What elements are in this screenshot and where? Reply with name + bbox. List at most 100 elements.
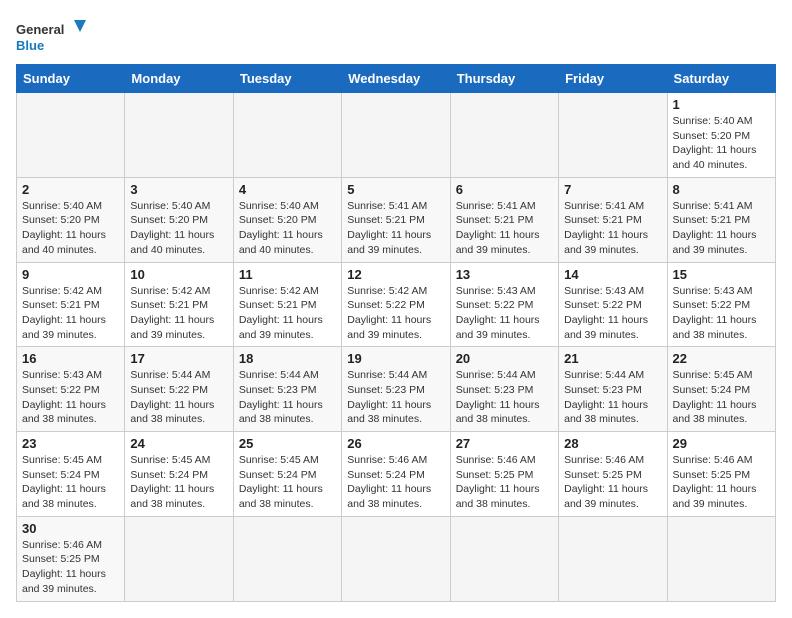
calendar-day-3: 3 Sunrise: 5:40 AM Sunset: 5:20 PM Daylig…: [125, 177, 233, 262]
calendar-day-7: 7 Sunrise: 5:41 AM Sunset: 5:21 PM Daylig…: [559, 177, 667, 262]
calendar-day-27: 27 Sunrise: 5:46 AM Sunset: 5:25 PM Dayli…: [450, 432, 558, 517]
day-info: Sunrise: 5:42 AM Sunset: 5:22 PM Dayligh…: [347, 284, 444, 343]
day-number: 10: [130, 267, 227, 282]
day-number: 11: [239, 267, 336, 282]
calendar-day-20: 20 Sunrise: 5:44 AM Sunset: 5:23 PM Dayli…: [450, 347, 558, 432]
page-header: General Blue: [16, 16, 776, 56]
day-info: Sunrise: 5:44 AM Sunset: 5:23 PM Dayligh…: [239, 368, 336, 427]
calendar-day-16: 16Sunrise: 5:43 AM Sunset: 5:22 PM Dayli…: [17, 347, 125, 432]
weekday-header-thursday: Thursday: [450, 65, 558, 93]
weekday-header-saturday: Saturday: [667, 65, 775, 93]
calendar-empty-cell: [559, 93, 667, 178]
calendar-day-28: 28 Sunrise: 5:46 AM Sunset: 5:25 PM Dayli…: [559, 432, 667, 517]
day-number: 6: [456, 182, 553, 197]
calendar-day-30: 30 Sunrise: 5:46 AM Sunset: 5:25 PM Dayli…: [17, 516, 125, 601]
calendar-day-14: 14 Sunrise: 5:43 AM Sunset: 5:22 PM Dayli…: [559, 262, 667, 347]
calendar-day-24: 24Sunrise: 5:45 AM Sunset: 5:24 PM Dayli…: [125, 432, 233, 517]
day-info: Sunrise: 5:43 AM Sunset: 5:22 PM Dayligh…: [22, 368, 119, 427]
calendar-day-11: 11 Sunrise: 5:42 AM Sunset: 5:21 PM Dayli…: [233, 262, 341, 347]
day-number: 25: [239, 436, 336, 451]
day-info: Sunrise: 5:46 AM Sunset: 5:24 PM Dayligh…: [347, 453, 444, 512]
day-number: 14: [564, 267, 661, 282]
calendar-day-19: 19 Sunrise: 5:44 AM Sunset: 5:23 PM Dayli…: [342, 347, 450, 432]
calendar-day-22: 22 Sunrise: 5:45 AM Sunset: 5:24 PM Dayli…: [667, 347, 775, 432]
calendar-empty-cell: [450, 516, 558, 601]
day-info: Sunrise: 5:40 AM Sunset: 5:20 PM Dayligh…: [239, 199, 336, 258]
svg-text:Blue: Blue: [16, 38, 44, 53]
day-info: Sunrise: 5:43 AM Sunset: 5:22 PM Dayligh…: [456, 284, 553, 343]
day-number: 29: [673, 436, 770, 451]
day-number: 20: [456, 351, 553, 366]
day-number: 13: [456, 267, 553, 282]
calendar-day-12: 12 Sunrise: 5:42 AM Sunset: 5:22 PM Dayli…: [342, 262, 450, 347]
calendar-empty-cell: [125, 516, 233, 601]
weekday-header-wednesday: Wednesday: [342, 65, 450, 93]
calendar-week-row: 9 Sunrise: 5:42 AM Sunset: 5:21 PM Daylig…: [17, 262, 776, 347]
day-info: Sunrise: 5:44 AM Sunset: 5:23 PM Dayligh…: [564, 368, 661, 427]
calendar-empty-cell: [667, 516, 775, 601]
calendar-empty-cell: [125, 93, 233, 178]
weekday-header-tuesday: Tuesday: [233, 65, 341, 93]
calendar-day-1: 1Sunrise: 5:40 AM Sunset: 5:20 PM Daylig…: [667, 93, 775, 178]
calendar-day-18: 18Sunrise: 5:44 AM Sunset: 5:23 PM Dayli…: [233, 347, 341, 432]
day-number: 2: [22, 182, 119, 197]
day-number: 19: [347, 351, 444, 366]
day-number: 23: [22, 436, 119, 451]
day-number: 7: [564, 182, 661, 197]
day-info: Sunrise: 5:43 AM Sunset: 5:22 PM Dayligh…: [673, 284, 770, 343]
day-number: 4: [239, 182, 336, 197]
calendar-empty-cell: [342, 93, 450, 178]
calendar-day-26: 26 Sunrise: 5:46 AM Sunset: 5:24 PM Dayli…: [342, 432, 450, 517]
day-info: Sunrise: 5:44 AM Sunset: 5:22 PM Dayligh…: [130, 368, 227, 427]
svg-text:General: General: [16, 22, 64, 37]
calendar-empty-cell: [559, 516, 667, 601]
weekday-header-sunday: Sunday: [17, 65, 125, 93]
calendar-empty-cell: [233, 516, 341, 601]
day-info: Sunrise: 5:45 AM Sunset: 5:24 PM Dayligh…: [673, 368, 770, 427]
day-number: 28: [564, 436, 661, 451]
day-info: Sunrise: 5:41 AM Sunset: 5:21 PM Dayligh…: [347, 199, 444, 258]
weekday-header-row: SundayMondayTuesdayWednesdayThursdayFrid…: [17, 65, 776, 93]
day-number: 21: [564, 351, 661, 366]
day-info: Sunrise: 5:41 AM Sunset: 5:21 PM Dayligh…: [673, 199, 770, 258]
day-info: Sunrise: 5:45 AM Sunset: 5:24 PM Dayligh…: [130, 453, 227, 512]
day-number: 5: [347, 182, 444, 197]
day-number: 22: [673, 351, 770, 366]
calendar-day-15: 15Sunrise: 5:43 AM Sunset: 5:22 PM Dayli…: [667, 262, 775, 347]
day-info: Sunrise: 5:42 AM Sunset: 5:21 PM Dayligh…: [22, 284, 119, 343]
calendar-day-8: 8 Sunrise: 5:41 AM Sunset: 5:21 PM Daylig…: [667, 177, 775, 262]
calendar-day-17: 17 Sunrise: 5:44 AM Sunset: 5:22 PM Dayli…: [125, 347, 233, 432]
day-info: Sunrise: 5:43 AM Sunset: 5:22 PM Dayligh…: [564, 284, 661, 343]
calendar-empty-cell: [233, 93, 341, 178]
calendar-day-6: 6 Sunrise: 5:41 AM Sunset: 5:21 PM Daylig…: [450, 177, 558, 262]
day-number: 30: [22, 521, 119, 536]
day-number: 17: [130, 351, 227, 366]
day-info: Sunrise: 5:46 AM Sunset: 5:25 PM Dayligh…: [564, 453, 661, 512]
calendar-day-29: 29 Sunrise: 5:46 AM Sunset: 5:25 PM Dayli…: [667, 432, 775, 517]
day-number: 8: [673, 182, 770, 197]
day-info: Sunrise: 5:44 AM Sunset: 5:23 PM Dayligh…: [347, 368, 444, 427]
calendar-table: SundayMondayTuesdayWednesdayThursdayFrid…: [16, 64, 776, 602]
day-info: Sunrise: 5:46 AM Sunset: 5:25 PM Dayligh…: [456, 453, 553, 512]
calendar-day-9: 9 Sunrise: 5:42 AM Sunset: 5:21 PM Daylig…: [17, 262, 125, 347]
weekday-header-monday: Monday: [125, 65, 233, 93]
day-number: 12: [347, 267, 444, 282]
day-info: Sunrise: 5:41 AM Sunset: 5:21 PM Dayligh…: [564, 199, 661, 258]
day-info: Sunrise: 5:42 AM Sunset: 5:21 PM Dayligh…: [239, 284, 336, 343]
calendar-day-2: 2Sunrise: 5:40 AM Sunset: 5:20 PM Daylig…: [17, 177, 125, 262]
day-info: Sunrise: 5:40 AM Sunset: 5:20 PM Dayligh…: [130, 199, 227, 258]
day-info: Sunrise: 5:40 AM Sunset: 5:20 PM Dayligh…: [673, 114, 770, 173]
calendar-day-4: 4 Sunrise: 5:40 AM Sunset: 5:20 PM Daylig…: [233, 177, 341, 262]
calendar-empty-cell: [342, 516, 450, 601]
logo-svg: General Blue: [16, 16, 86, 56]
day-info: Sunrise: 5:44 AM Sunset: 5:23 PM Dayligh…: [456, 368, 553, 427]
day-info: Sunrise: 5:41 AM Sunset: 5:21 PM Dayligh…: [456, 199, 553, 258]
day-info: Sunrise: 5:46 AM Sunset: 5:25 PM Dayligh…: [673, 453, 770, 512]
day-info: Sunrise: 5:46 AM Sunset: 5:25 PM Dayligh…: [22, 538, 119, 597]
day-number: 9: [22, 267, 119, 282]
day-number: 27: [456, 436, 553, 451]
day-number: 26: [347, 436, 444, 451]
calendar-week-row: 23 Sunrise: 5:45 AM Sunset: 5:24 PM Dayli…: [17, 432, 776, 517]
day-number: 3: [130, 182, 227, 197]
calendar-week-row: 2 Sunrise: 5:40 AM Sunset: 5:20 PM Daylig…: [17, 177, 776, 262]
